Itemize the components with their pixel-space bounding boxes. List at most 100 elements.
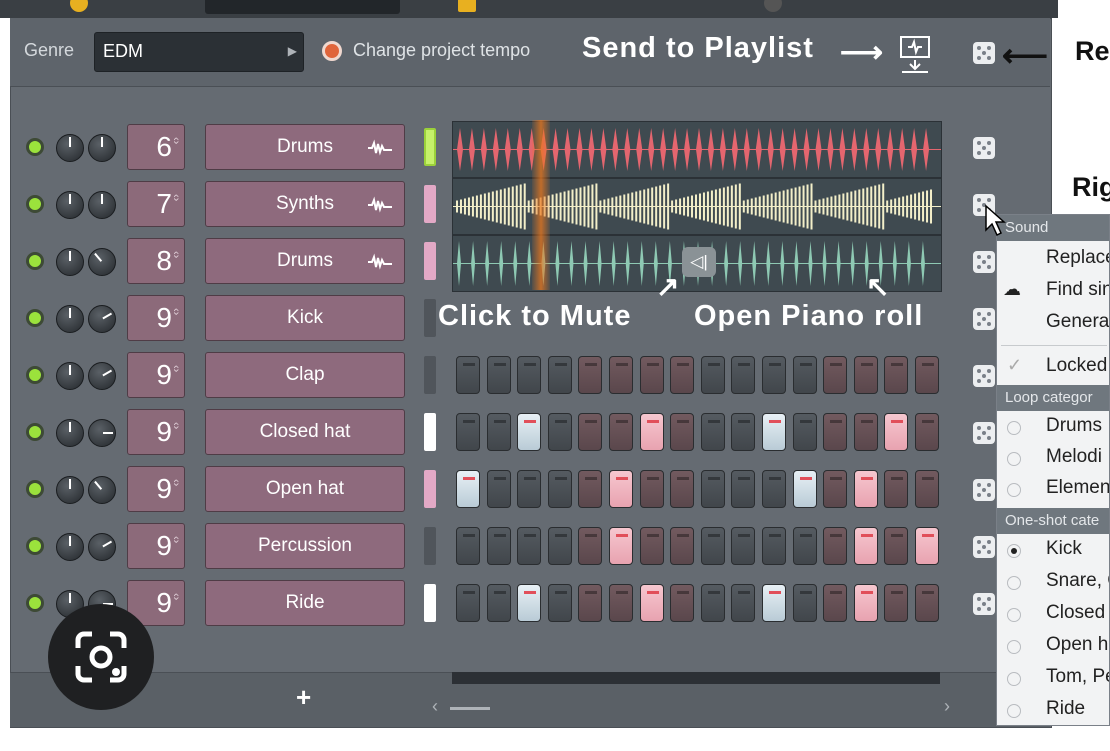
step-button[interactable] [731, 527, 756, 565]
step-button[interactable] [700, 584, 725, 622]
step-button[interactable] [823, 527, 848, 565]
channel-name-button[interactable]: Open hat [205, 466, 405, 512]
pan-knob[interactable] [88, 476, 116, 504]
step-button[interactable] [731, 470, 756, 508]
step-button[interactable] [823, 584, 848, 622]
menu-item-generate[interactable]: Genera [997, 311, 1109, 341]
step-button[interactable] [700, 527, 725, 565]
mixer-track-number[interactable]: 7 [127, 181, 185, 227]
step-button[interactable] [915, 413, 939, 451]
step-button[interactable] [547, 356, 572, 394]
step-button[interactable] [578, 584, 603, 622]
menu-item-oneshot-category[interactable]: Kick [997, 538, 1109, 568]
step-button[interactable] [884, 356, 909, 394]
channel-select-indicator[interactable] [424, 584, 436, 622]
mixer-track-number[interactable]: 9 [127, 352, 185, 398]
channel-mute-led[interactable] [26, 138, 44, 156]
step-button[interactable] [456, 584, 480, 622]
step-button[interactable] [578, 527, 603, 565]
step-button[interactable] [792, 356, 817, 394]
channel-mute-led[interactable] [26, 309, 44, 327]
step-button[interactable] [792, 470, 817, 508]
scroll-right-icon[interactable]: › [944, 696, 950, 717]
step-button[interactable] [670, 356, 695, 394]
step-button[interactable] [486, 470, 511, 508]
randomize-dice-icon[interactable] [973, 42, 995, 64]
pan-knob[interactable] [88, 191, 116, 219]
step-button[interactable] [456, 527, 480, 565]
step-button[interactable] [517, 584, 542, 622]
volume-knob[interactable] [56, 362, 84, 390]
channel-mute-led[interactable] [26, 366, 44, 384]
menu-item-loop-category[interactable]: Elemen [997, 477, 1109, 507]
menu-item-loop-category[interactable]: Drums [997, 415, 1109, 445]
volume-knob[interactable] [56, 419, 84, 447]
step-button[interactable] [915, 356, 939, 394]
pan-knob[interactable] [88, 305, 116, 333]
step-button[interactable] [517, 527, 542, 565]
randomize-dice-icon[interactable] [973, 536, 995, 558]
channel-mute-led[interactable] [26, 594, 44, 612]
step-button[interactable] [823, 356, 848, 394]
mixer-track-number[interactable]: 9 [127, 295, 185, 341]
pan-knob[interactable] [88, 533, 116, 561]
step-button[interactable] [517, 356, 542, 394]
volume-knob[interactable] [56, 476, 84, 504]
randomize-dice-icon[interactable] [973, 422, 995, 444]
mixer-track-number[interactable]: 6 [127, 124, 185, 170]
step-button[interactable] [792, 413, 817, 451]
randomize-dice-icon[interactable] [973, 365, 995, 387]
step-button[interactable] [853, 584, 878, 622]
menu-item-loop-category[interactable]: Melodi [997, 446, 1109, 476]
step-button[interactable] [639, 527, 664, 565]
step-button[interactable] [762, 356, 786, 394]
step-button[interactable] [639, 470, 664, 508]
step-button[interactable] [578, 470, 603, 508]
step-button[interactable] [853, 527, 878, 565]
channel-select-indicator[interactable] [424, 470, 436, 508]
scroll-left-icon[interactable]: ‹ [432, 696, 438, 717]
channel-name-button[interactable]: Synths [205, 181, 405, 227]
channel-name-button[interactable]: Percussion [205, 523, 405, 569]
step-button[interactable] [823, 413, 848, 451]
step-button[interactable] [578, 413, 603, 451]
step-button[interactable] [609, 356, 633, 394]
step-button[interactable] [762, 470, 786, 508]
step-button[interactable] [853, 413, 878, 451]
step-button[interactable] [884, 413, 909, 451]
pan-knob[interactable] [88, 134, 116, 162]
step-button[interactable] [578, 356, 603, 394]
step-button[interactable] [517, 413, 542, 451]
step-button[interactable] [547, 413, 572, 451]
horizontal-scrollbar[interactable] [452, 672, 940, 684]
randomize-dice-icon[interactable] [973, 479, 995, 501]
step-button[interactable] [639, 413, 664, 451]
randomize-dice-icon[interactable] [973, 251, 995, 273]
metronome-icon[interactable] [70, 0, 88, 12]
step-button[interactable] [547, 527, 572, 565]
channel-mute-led[interactable] [26, 195, 44, 213]
step-button[interactable] [915, 584, 939, 622]
pattern-selector[interactable] [205, 0, 400, 14]
mixer-track-number[interactable]: 9 [127, 523, 185, 569]
menu-item-oneshot-category[interactable]: Tom, Pe [997, 666, 1109, 696]
menu-item-oneshot-category[interactable]: Snare, C [997, 570, 1109, 600]
channel-name-button[interactable]: Drums [205, 124, 405, 170]
channel-select-indicator[interactable] [424, 413, 436, 451]
randomize-dice-icon[interactable] [973, 593, 995, 615]
step-button[interactable] [700, 413, 725, 451]
menu-item-replace[interactable]: Replace [997, 247, 1109, 277]
step-button[interactable] [823, 470, 848, 508]
randomize-dice-icon[interactable] [973, 137, 995, 159]
step-button[interactable] [915, 527, 939, 565]
step-button[interactable] [547, 584, 572, 622]
mixer-track-number[interactable]: 9 [127, 466, 185, 512]
channel-select-indicator[interactable] [424, 242, 436, 280]
channel-select-indicator[interactable] [424, 128, 436, 166]
step-button[interactable] [609, 413, 633, 451]
step-button[interactable] [731, 413, 756, 451]
step-button[interactable] [609, 584, 633, 622]
step-button[interactable] [639, 356, 664, 394]
step-button[interactable] [700, 356, 725, 394]
step-button[interactable] [731, 356, 756, 394]
